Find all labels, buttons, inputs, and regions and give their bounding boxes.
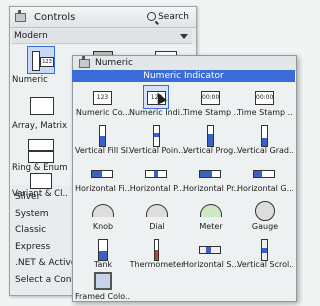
item-label: Horizontal Pr... <box>183 184 239 193</box>
vertical-scrollbar-item[interactable]: Vertical Scrol... <box>237 236 293 274</box>
item-label: Horizontal G... <box>237 184 293 193</box>
time-stamp-icon: 00:00 <box>198 86 222 108</box>
item-label: Vertical Scrol... <box>237 260 293 269</box>
item-label: Time Stamp ... <box>183 108 239 117</box>
numeric-control-icon: 123 <box>90 86 114 108</box>
chevron-down-icon <box>180 34 188 39</box>
category-label: Modern <box>14 31 48 41</box>
search-button[interactable]: Search <box>144 10 192 23</box>
horizontal-progress-bar-icon <box>198 162 222 184</box>
numeric-indicator-item[interactable]: 123 Numeric Indi... <box>129 84 185 122</box>
framed-color-box-icon <box>90 270 114 292</box>
vertical-scrollbar-icon <box>252 238 276 261</box>
vertical-pointer-slide-icon <box>144 124 168 147</box>
item-label: Vertical Fill Sl... <box>75 146 131 155</box>
item-label: Horizontal Fi... <box>75 184 131 193</box>
category-ring-label: Ring & Enum <box>12 163 68 173</box>
time-stamp-control-item[interactable]: 00:00 Time Stamp ... <box>183 84 239 122</box>
gauge-icon <box>252 200 276 222</box>
dial-icon <box>144 200 168 222</box>
vertical-graduated-bar-icon <box>252 124 276 147</box>
framed-color-box-item[interactable]: Framed Colo... <box>75 268 131 306</box>
item-label: Vertical Poin... <box>129 146 185 155</box>
category-array-label: Array, Matrix... <box>12 121 68 131</box>
vertical-progress-bar-icon <box>198 124 222 147</box>
horizontal-scrollbar-icon <box>198 238 222 260</box>
thermometer-item[interactable]: Thermometer <box>129 236 185 274</box>
item-label: Horizontal S... <box>183 260 239 269</box>
numeric-icon: 123 <box>27 46 55 74</box>
item-label: Thermometer <box>129 260 185 269</box>
gauge-item[interactable]: Gauge <box>237 198 291 236</box>
time-stamp-indicator-item[interactable]: 00:00 Time Stamp ... <box>237 84 293 122</box>
item-label: Numeric Indi... <box>129 108 185 117</box>
controls-palette-title: Controls <box>34 12 76 23</box>
meter-item[interactable]: Meter <box>183 198 237 236</box>
numeric-palette: Numeric Numeric Indicator 123 Numeric Co… <box>72 55 297 302</box>
horizontal-fill-slide-icon <box>90 162 114 184</box>
item-label: Knob <box>92 222 114 231</box>
numeric-palette-title: Numeric <box>95 58 133 68</box>
item-label: Horizontal P... <box>129 184 185 193</box>
vertical-progress-bar-item[interactable]: Vertical Prog... <box>183 122 239 160</box>
item-label: Dial <box>149 222 165 231</box>
thermometer-icon <box>144 238 168 261</box>
pin-icon[interactable] <box>79 56 90 68</box>
array-icon <box>28 93 54 119</box>
dial-item[interactable]: Dial <box>129 198 183 236</box>
pin-icon[interactable] <box>15 10 26 22</box>
horizontal-scrollbar-item[interactable]: Horizontal S... <box>183 236 239 274</box>
item-label: Time Stamp ... <box>237 108 293 117</box>
horizontal-pointer-slide-item[interactable]: Horizontal P... <box>129 160 185 198</box>
horizontal-pointer-slide-icon <box>144 162 168 184</box>
numeric-control-item[interactable]: 123 Numeric Co... <box>75 84 131 122</box>
controls-palette-titlebar: Controls Search <box>10 7 196 28</box>
item-label: Numeric Co... <box>75 108 131 117</box>
search-icon <box>147 12 157 21</box>
knob-item[interactable]: Knob <box>75 198 129 236</box>
tank-icon <box>90 238 114 261</box>
horizontal-graduated-bar-item[interactable]: Horizontal G... <box>237 160 293 198</box>
item-label: Vertical Prog... <box>183 146 239 155</box>
vertical-graduated-bar-item[interactable]: Vertical Grad... <box>237 122 293 160</box>
item-label: Gauge <box>251 222 279 231</box>
meter-icon <box>198 200 222 222</box>
category-numeric-label: Numeric <box>12 75 48 85</box>
horizontal-fill-slide-item[interactable]: Horizontal Fi... <box>75 160 131 198</box>
ring-icon <box>28 137 54 163</box>
numeric-palette-titlebar: Numeric <box>73 56 296 71</box>
vertical-fill-slide-item[interactable]: Vertical Fill Sl... <box>75 122 131 160</box>
knob-icon <box>90 200 114 222</box>
search-label: Search <box>158 11 189 22</box>
vertical-fill-slide-icon <box>90 124 114 147</box>
time-stamp-icon: 00:00 <box>252 86 276 108</box>
item-label: Meter <box>199 222 223 231</box>
vertical-pointer-slide-item[interactable]: Vertical Poin... <box>129 122 185 160</box>
horizontal-graduated-bar-icon <box>252 162 276 184</box>
item-label: Vertical Grad... <box>237 146 293 155</box>
horizontal-progress-bar-item[interactable]: Horizontal Pr... <box>183 160 239 198</box>
category-modern[interactable]: Modern <box>12 29 192 44</box>
tooltip: Numeric Indicator <box>72 70 295 82</box>
